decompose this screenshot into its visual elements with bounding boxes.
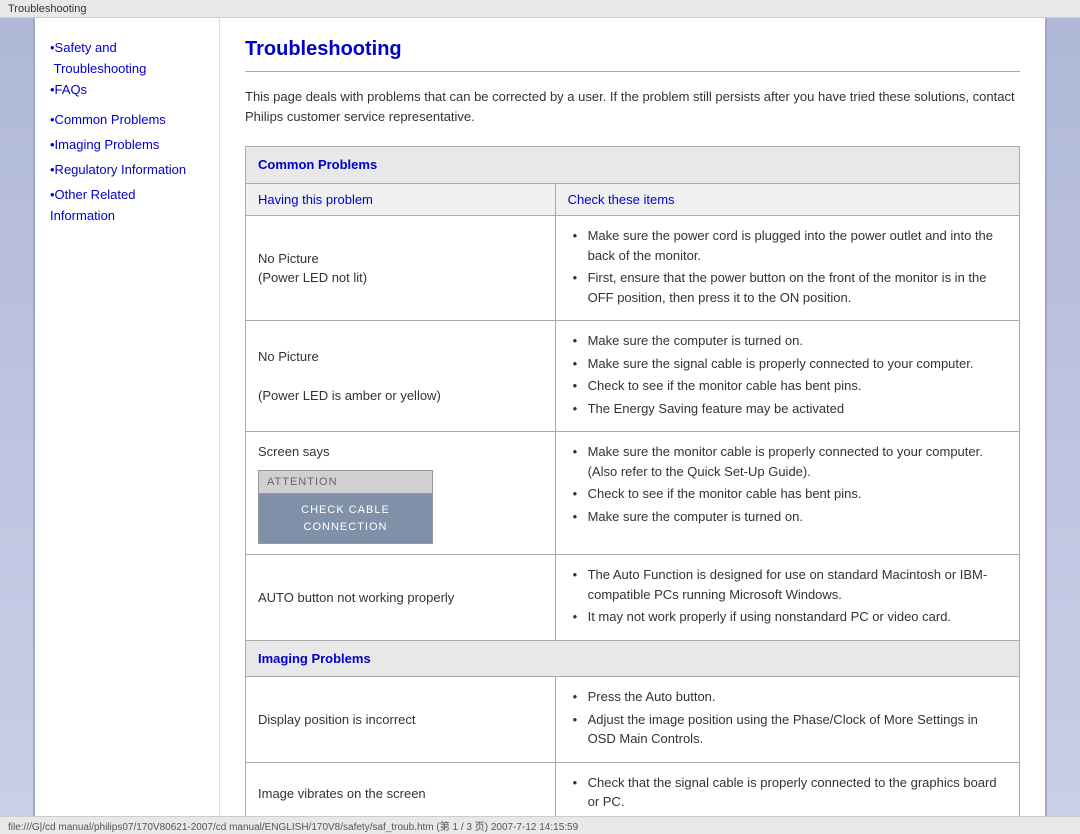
attention-body: CHECK CABLE CONNECTION bbox=[259, 494, 432, 543]
list-item: Adjust the image position using the Phas… bbox=[573, 710, 1007, 749]
problem-cell-4: AUTO button not working properly bbox=[246, 555, 556, 641]
list-item: It may not work properly if using nonsta… bbox=[573, 607, 1007, 627]
sidebar: •Safety and Troubleshooting •FAQs •Commo… bbox=[35, 18, 220, 816]
list-item: Press the Auto button. bbox=[573, 687, 1007, 707]
solution-list-2: Make sure the computer is turned on. Mak… bbox=[568, 331, 1007, 418]
solution-cell-imaging-1: Press the Auto button. Adjust the image … bbox=[555, 677, 1019, 763]
attention-header: ATTENTION bbox=[259, 471, 432, 495]
solution-cell-imaging-2: Check that the signal cable is properly … bbox=[555, 762, 1019, 816]
sidebar-item-other[interactable]: •Other Related Information bbox=[50, 185, 204, 227]
table-row: Image vibrates on the screen Check that … bbox=[246, 762, 1020, 816]
page-title: Troubleshooting bbox=[245, 38, 1020, 61]
list-item: Check that the signal cable is properly … bbox=[573, 773, 1007, 812]
solution-list-imaging-1: Press the Auto button. Adjust the image … bbox=[568, 687, 1007, 749]
intro-text: This page deals with problems that can b… bbox=[245, 87, 1020, 126]
list-item: Check to see if the monitor cable has be… bbox=[573, 484, 1007, 504]
sidebar-item-faqs[interactable]: •FAQs bbox=[50, 80, 204, 101]
solution-list-3: Make sure the monitor cable is properly … bbox=[568, 442, 1007, 526]
list-item: Make sure the power cord is plugged into… bbox=[573, 226, 1007, 265]
status-bar-text: file:///G|/cd manual/philips07/170V80621… bbox=[8, 818, 578, 833]
nav-item-common: •Common Problems bbox=[50, 110, 204, 131]
sidebar-item-safety[interactable]: •Safety and Troubleshooting bbox=[50, 38, 204, 80]
problem-cell-1: No Picture(Power LED not lit) bbox=[246, 216, 556, 321]
column-headers-row: Having this problem Check these items bbox=[246, 183, 1020, 216]
table-row: Display position is incorrect Press the … bbox=[246, 677, 1020, 763]
list-item: The Auto Function is designed for use on… bbox=[573, 565, 1007, 604]
problem-text-1: No Picture(Power LED not lit) bbox=[258, 251, 367, 286]
nav-item-regulatory: •Regulatory Information bbox=[50, 160, 204, 181]
solution-cell-2: Make sure the computer is turned on. Mak… bbox=[555, 321, 1019, 432]
left-decorative-bar bbox=[0, 18, 35, 816]
list-item: Make sure the signal cable is properly c… bbox=[573, 354, 1007, 374]
problem-cell-imaging-1: Display position is incorrect bbox=[246, 677, 556, 763]
table-row: Screen says ATTENTION CHECK CABLE CONNEC… bbox=[246, 432, 1020, 555]
sidebar-item-common-problems[interactable]: •Common Problems bbox=[50, 110, 204, 131]
col-header-problem: Having this problem bbox=[246, 183, 556, 216]
table-row: No Picture(Power LED not lit) Make sure … bbox=[246, 216, 1020, 321]
list-item: Make sure the monitor cable is properly … bbox=[573, 442, 1007, 481]
status-bar: file:///G|/cd manual/philips07/170V80621… bbox=[0, 816, 1080, 834]
list-item: Make sure the computer is turned on. bbox=[573, 507, 1007, 527]
table-row: No Picture(Power LED is amber or yellow)… bbox=[246, 321, 1020, 432]
title-bar-text: Troubleshooting bbox=[8, 3, 86, 15]
screen-says-label: Screen says bbox=[258, 444, 330, 459]
list-item: First, ensure that the power button on t… bbox=[573, 268, 1007, 307]
solution-list-imaging-2: Check that the signal cable is properly … bbox=[568, 773, 1007, 812]
problem-cell-3: Screen says ATTENTION CHECK CABLE CONNEC… bbox=[246, 432, 556, 555]
trouble-table: Common Problems Having this problem Chec… bbox=[245, 146, 1020, 816]
common-problems-header-row: Common Problems bbox=[246, 147, 1020, 184]
divider bbox=[245, 71, 1020, 72]
imaging-problems-section-header: Imaging Problems bbox=[246, 640, 1020, 677]
problem-text-2: No Picture(Power LED is amber or yellow) bbox=[258, 349, 441, 403]
nav-group-safety: •Safety and Troubleshooting •FAQs bbox=[50, 38, 204, 100]
list-item: Make sure the computer is turned on. bbox=[573, 331, 1007, 351]
nav-item-imaging: •Imaging Problems bbox=[50, 135, 204, 156]
list-item: The Energy Saving feature may be activat… bbox=[573, 399, 1007, 419]
problem-cell-imaging-2: Image vibrates on the screen bbox=[246, 762, 556, 816]
main-content: Troubleshooting This page deals with pro… bbox=[220, 18, 1045, 816]
title-bar: Troubleshooting bbox=[0, 0, 1080, 18]
solution-list-1: Make sure the power cord is plugged into… bbox=[568, 226, 1007, 307]
table-row: AUTO button not working properly The Aut… bbox=[246, 555, 1020, 641]
right-decorative-bar bbox=[1045, 18, 1080, 816]
imaging-problems-header-row: Imaging Problems bbox=[246, 640, 1020, 677]
problem-cell-2: No Picture(Power LED is amber or yellow) bbox=[246, 321, 556, 432]
solution-cell-1: Make sure the power cord is plugged into… bbox=[555, 216, 1019, 321]
col-header-solution: Check these items bbox=[555, 183, 1019, 216]
sidebar-item-regulatory[interactable]: •Regulatory Information bbox=[50, 160, 204, 181]
sidebar-item-imaging-problems[interactable]: •Imaging Problems bbox=[50, 135, 204, 156]
list-item: Check to see if the monitor cable has be… bbox=[573, 376, 1007, 396]
common-problems-section-header: Common Problems bbox=[246, 147, 1020, 184]
solution-cell-3: Make sure the monitor cable is properly … bbox=[555, 432, 1019, 555]
attention-box: ATTENTION CHECK CABLE CONNECTION bbox=[258, 470, 433, 545]
nav-item-other: •Other Related Information bbox=[50, 185, 204, 227]
solution-list-4: The Auto Function is designed for use on… bbox=[568, 565, 1007, 627]
solution-cell-4: The Auto Function is designed for use on… bbox=[555, 555, 1019, 641]
